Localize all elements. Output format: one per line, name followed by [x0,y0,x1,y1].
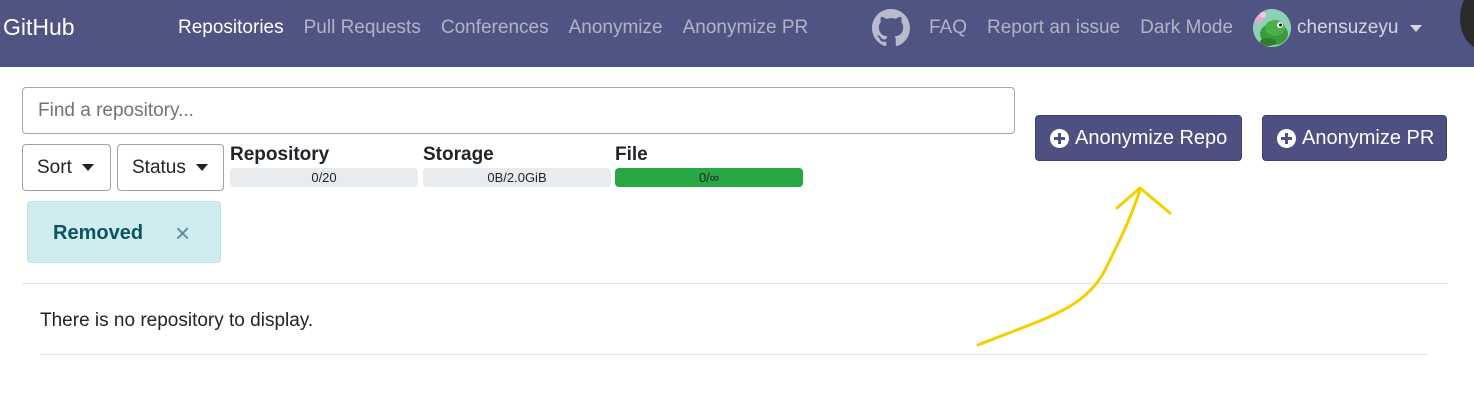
nav-link-conferences[interactable]: Conferences [441,17,549,39]
nav-right: FAQ Report an issue Dark Mode chensuzeyu [872,8,1423,48]
quota-value: 0/20 [311,170,337,185]
nav-link-report-issue[interactable]: Report an issue [987,17,1120,39]
avatar[interactable] [1253,9,1292,47]
username[interactable]: chensuzeyu [1297,17,1398,39]
brand-logo[interactable]: GitHub [3,14,75,41]
plus-circle-icon [1050,128,1069,148]
close-icon[interactable]: × [175,220,190,246]
quota-label: Storage [423,144,494,165]
chevron-down-icon [195,164,208,171]
quota-value: 0/∞ [698,170,720,185]
active-filter-label: Removed [53,222,144,244]
nav-link-repositories[interactable]: Repositories [178,17,284,39]
quota-progress-bar: 0B/2.0GiB [423,168,611,187]
chevron-down-icon [81,164,94,171]
list-divider [22,283,1448,284]
navbar: GitHub Repositories Pull Requests Confer… [0,0,1474,67]
anonymize-pr-label: Anonymize PR [1302,126,1435,149]
quota-label: Repository [230,144,330,165]
anonymize-pr-button[interactable]: Anonymize PR [1262,115,1447,161]
status-label: Status [132,156,186,178]
quota-repository: Repository 0/20 [230,142,418,187]
anonymize-repo-button[interactable]: Anonymize Repo [1035,115,1242,161]
user-menu[interactable]: chensuzeyu [1253,9,1423,47]
empty-state-message: There is no repository to display. [40,310,314,331]
chevron-down-icon[interactable] [1410,24,1423,32]
nav-links: Repositories Pull Requests Conferences A… [178,17,808,39]
sort-dropdown[interactable]: Sort [22,144,111,191]
active-filter-alert: Removed × [27,201,221,263]
plus-circle-icon [1277,128,1296,148]
floating-circle-button[interactable] [1460,0,1474,48]
quota-progress-bar: 0/20 [230,168,418,187]
quota-value: 0B/2.0GiB [487,170,547,185]
quota-label: File [615,144,648,165]
status-dropdown[interactable]: Status [117,144,224,191]
search-input[interactable] [22,87,1015,134]
nav-link-faq[interactable]: FAQ [929,17,967,39]
anonymize-repo-label: Anonymize Repo [1075,126,1228,149]
quota-storage: Storage 0B/2.0GiB [423,142,611,187]
quota-progress-bar: 0/∞ [615,168,803,187]
list-divider [40,354,1428,355]
nav-link-dark-mode[interactable]: Dark Mode [1140,17,1233,39]
nav-link-anonymize-pr[interactable]: Anonymize PR [683,17,809,39]
sort-label: Sort [37,156,72,178]
nav-link-anonymize[interactable]: Anonymize [569,17,663,39]
github-icon[interactable] [872,9,910,47]
quota-file: File 0/∞ [615,142,803,187]
nav-link-pull-requests[interactable]: Pull Requests [304,17,421,39]
